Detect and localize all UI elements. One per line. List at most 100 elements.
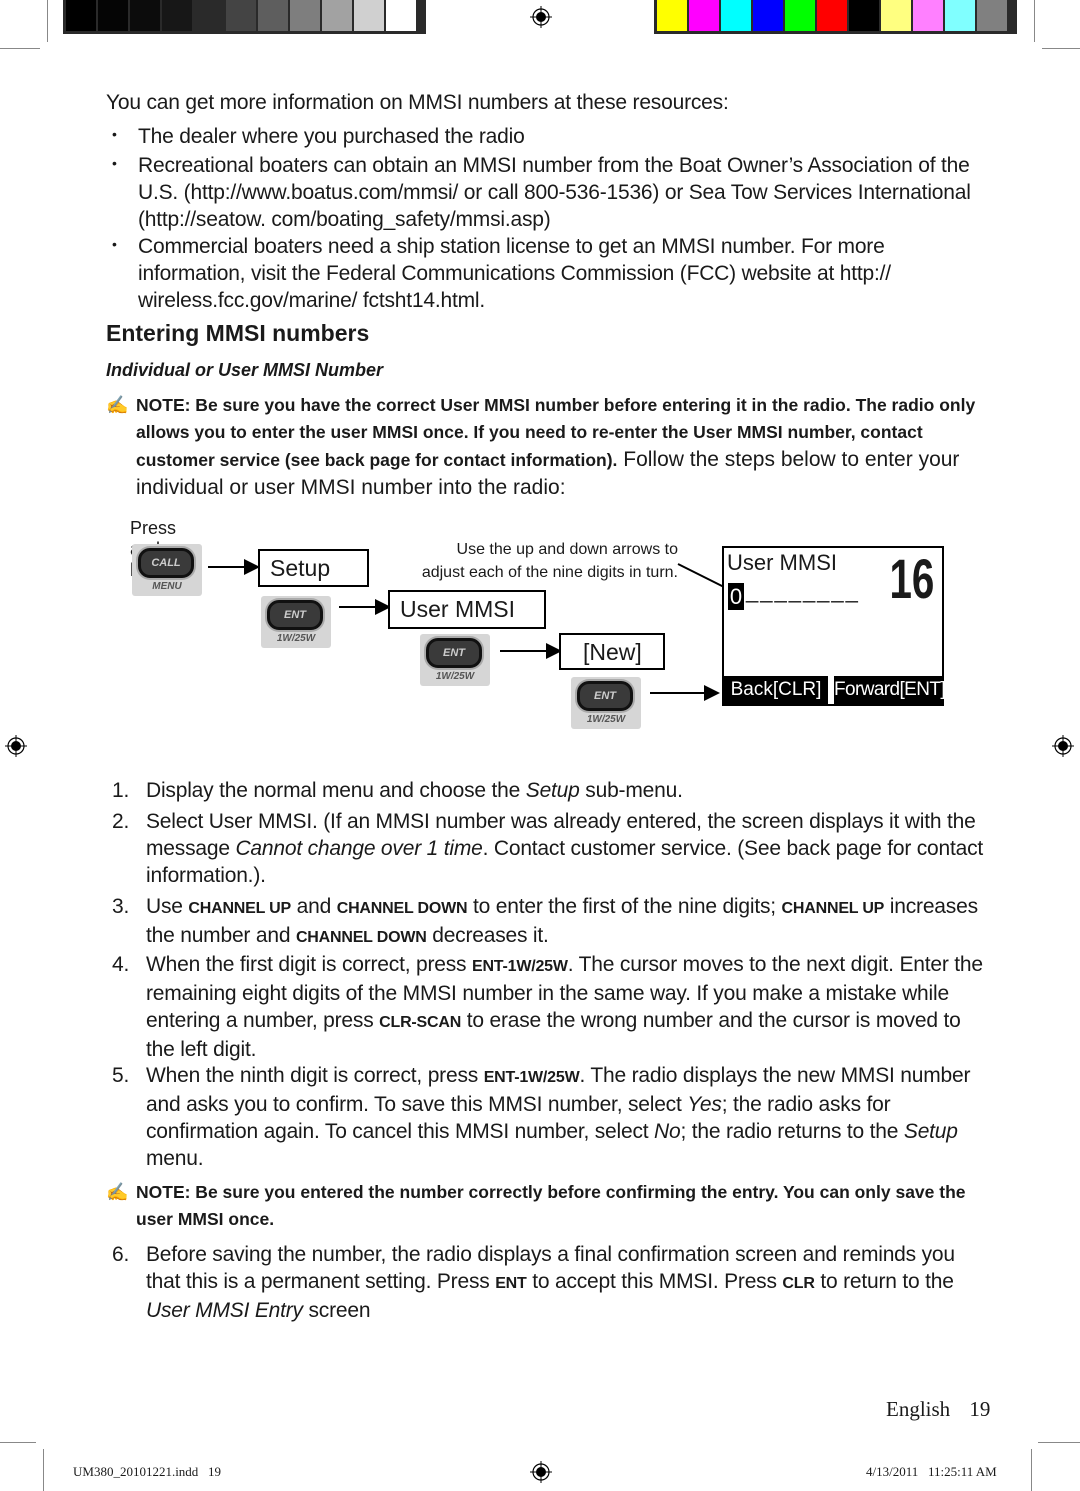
grayscale-color-bar — [63, 0, 426, 34]
intro-text: You can get more information on MMSI num… — [106, 91, 729, 114]
step-text: menu. — [146, 1147, 204, 1170]
crop-mark — [1042, 48, 1080, 49]
italic-term: Yes — [687, 1093, 722, 1116]
lcd-digit-blanks: ________ — [746, 578, 860, 603]
step-text: When the ninth digit is correct, press — [146, 1064, 484, 1087]
gray-swatch — [130, 0, 160, 31]
note-box: ✍ NOTE: Be sure you have the correct Use… — [106, 392, 996, 502]
page-footer: English 19 — [886, 1397, 990, 1422]
italic-term: Setup — [903, 1120, 958, 1143]
key-name: CLR-SCAN — [379, 1014, 462, 1031]
color-swatch — [881, 0, 911, 31]
note-pencil-icon: ✍ — [106, 1182, 129, 1202]
step-text: sub-menu. — [579, 779, 683, 802]
menu-new-box: [New] — [559, 633, 665, 670]
page-number: 19 — [969, 1397, 991, 1421]
italic-term: Cannot change over 1 time — [235, 837, 483, 860]
step-text: to return to the — [814, 1270, 954, 1293]
crop-mark — [1038, 1442, 1080, 1443]
key-name: CLR — [782, 1275, 815, 1292]
gray-swatch — [354, 0, 384, 31]
step-text: Display the normal menu and choose the — [146, 779, 526, 802]
call-menu-button: CALL MENU — [132, 544, 202, 596]
step-text: decreases it. — [426, 924, 549, 947]
color-swatch — [657, 0, 687, 31]
color-swatch — [849, 0, 879, 31]
bullet-icon: • — [112, 236, 117, 252]
step-text: When the first digit is correct, press — [146, 953, 472, 976]
note-bold-text: NOTE: Be sure you entered the number cor… — [136, 1182, 966, 1229]
bullet-icon: • — [112, 126, 117, 142]
resource-item: • The dealer where you purchased the rad… — [112, 123, 992, 150]
crop-mark — [0, 1442, 36, 1443]
flow-arrow — [500, 643, 562, 659]
ent-button: ENT 1W/25W — [261, 596, 331, 648]
section-heading: Entering MMSI numbers — [106, 320, 370, 346]
lcd-cursor-digit: 0 — [728, 583, 744, 610]
color-swatch — [945, 0, 975, 31]
gray-swatch — [322, 0, 352, 31]
lcd-channel: 16 — [889, 547, 934, 610]
color-swatch — [689, 0, 719, 31]
radio-lcd-screen: User MMSI 16 0 ________ Back[CLR] Forwar… — [722, 546, 946, 706]
crop-mark — [1031, 1449, 1032, 1491]
registration-mark-icon — [5, 735, 27, 757]
registration-mark-icon — [1052, 735, 1074, 757]
lcd-title: User MMSI — [727, 550, 837, 575]
gray-swatch — [98, 0, 128, 31]
step-text: to enter the first of the nine digits; — [467, 895, 782, 918]
step-text: to accept this MMSI. Press — [526, 1270, 783, 1293]
italic-term: User MMSI Entry — [146, 1299, 303, 1322]
resource-item: • Recreational boaters can obtain an MMS… — [112, 152, 992, 233]
key-name: CHANNEL UP — [188, 900, 291, 917]
flow-arrow — [650, 685, 720, 701]
color-swatch — [785, 0, 815, 31]
slug-timestamp: 4/13/2011 11:25:11 AM — [866, 1464, 997, 1479]
cmyk-color-bar — [654, 0, 1017, 34]
note-box: ✍ NOTE: Be sure you entered the number c… — [106, 1179, 996, 1235]
registration-mark-icon — [530, 6, 552, 28]
gray-swatch — [194, 0, 224, 31]
lcd-back-softkey: Back[CLR] — [724, 676, 828, 704]
gray-swatch — [386, 0, 416, 31]
footer-language: English — [886, 1397, 951, 1421]
italic-term: No — [654, 1120, 681, 1143]
registration-mark-icon — [530, 1461, 552, 1483]
step-text: and — [291, 895, 337, 918]
gray-swatch — [226, 0, 256, 31]
step-text: screen — [302, 1299, 371, 1322]
flow-arrow — [339, 599, 391, 615]
key-name: CHANNEL UP — [781, 900, 885, 917]
color-swatch — [977, 0, 1007, 31]
step-text: ; the radio returns to the — [680, 1120, 904, 1143]
crop-mark — [1034, 0, 1035, 42]
italic-term: Setup — [525, 779, 580, 802]
crop-mark — [0, 48, 40, 49]
lcd-forward-softkey: Forward[ENT] — [834, 676, 946, 704]
color-swatch — [753, 0, 783, 31]
color-swatch — [913, 0, 943, 31]
callout-text: Use the up and down arrows to adjust eac… — [421, 541, 678, 581]
bullet-icon: • — [112, 155, 117, 171]
ent-button: ENT 1W/25W — [420, 634, 490, 686]
crop-mark — [43, 1449, 44, 1491]
key-name: ENT — [495, 1275, 527, 1292]
subheading: Individual or User MMSI Number — [106, 360, 384, 380]
resource-item: • Commercial boaters need a ship station… — [112, 233, 992, 314]
key-name: ENT-1W/25W — [471, 958, 568, 975]
crop-mark — [47, 0, 48, 42]
gray-swatch — [290, 0, 320, 31]
note-pencil-icon: ✍ — [106, 395, 129, 415]
color-swatch — [817, 0, 847, 31]
ent-button: ENT 1W/25W — [571, 677, 641, 729]
flow-arrow — [208, 559, 260, 575]
key-name: ENT-1W/25W — [483, 1069, 580, 1086]
gray-swatch — [258, 0, 288, 31]
menu-setup-box: Setup — [258, 549, 369, 587]
color-swatch — [721, 0, 751, 31]
slug-filename: UM380_20101221.indd 19 — [73, 1464, 222, 1479]
step-text: Use — [146, 895, 189, 918]
gray-swatch — [66, 0, 96, 31]
callout-line — [677, 563, 727, 589]
key-name: CHANNEL DOWN — [295, 929, 427, 946]
